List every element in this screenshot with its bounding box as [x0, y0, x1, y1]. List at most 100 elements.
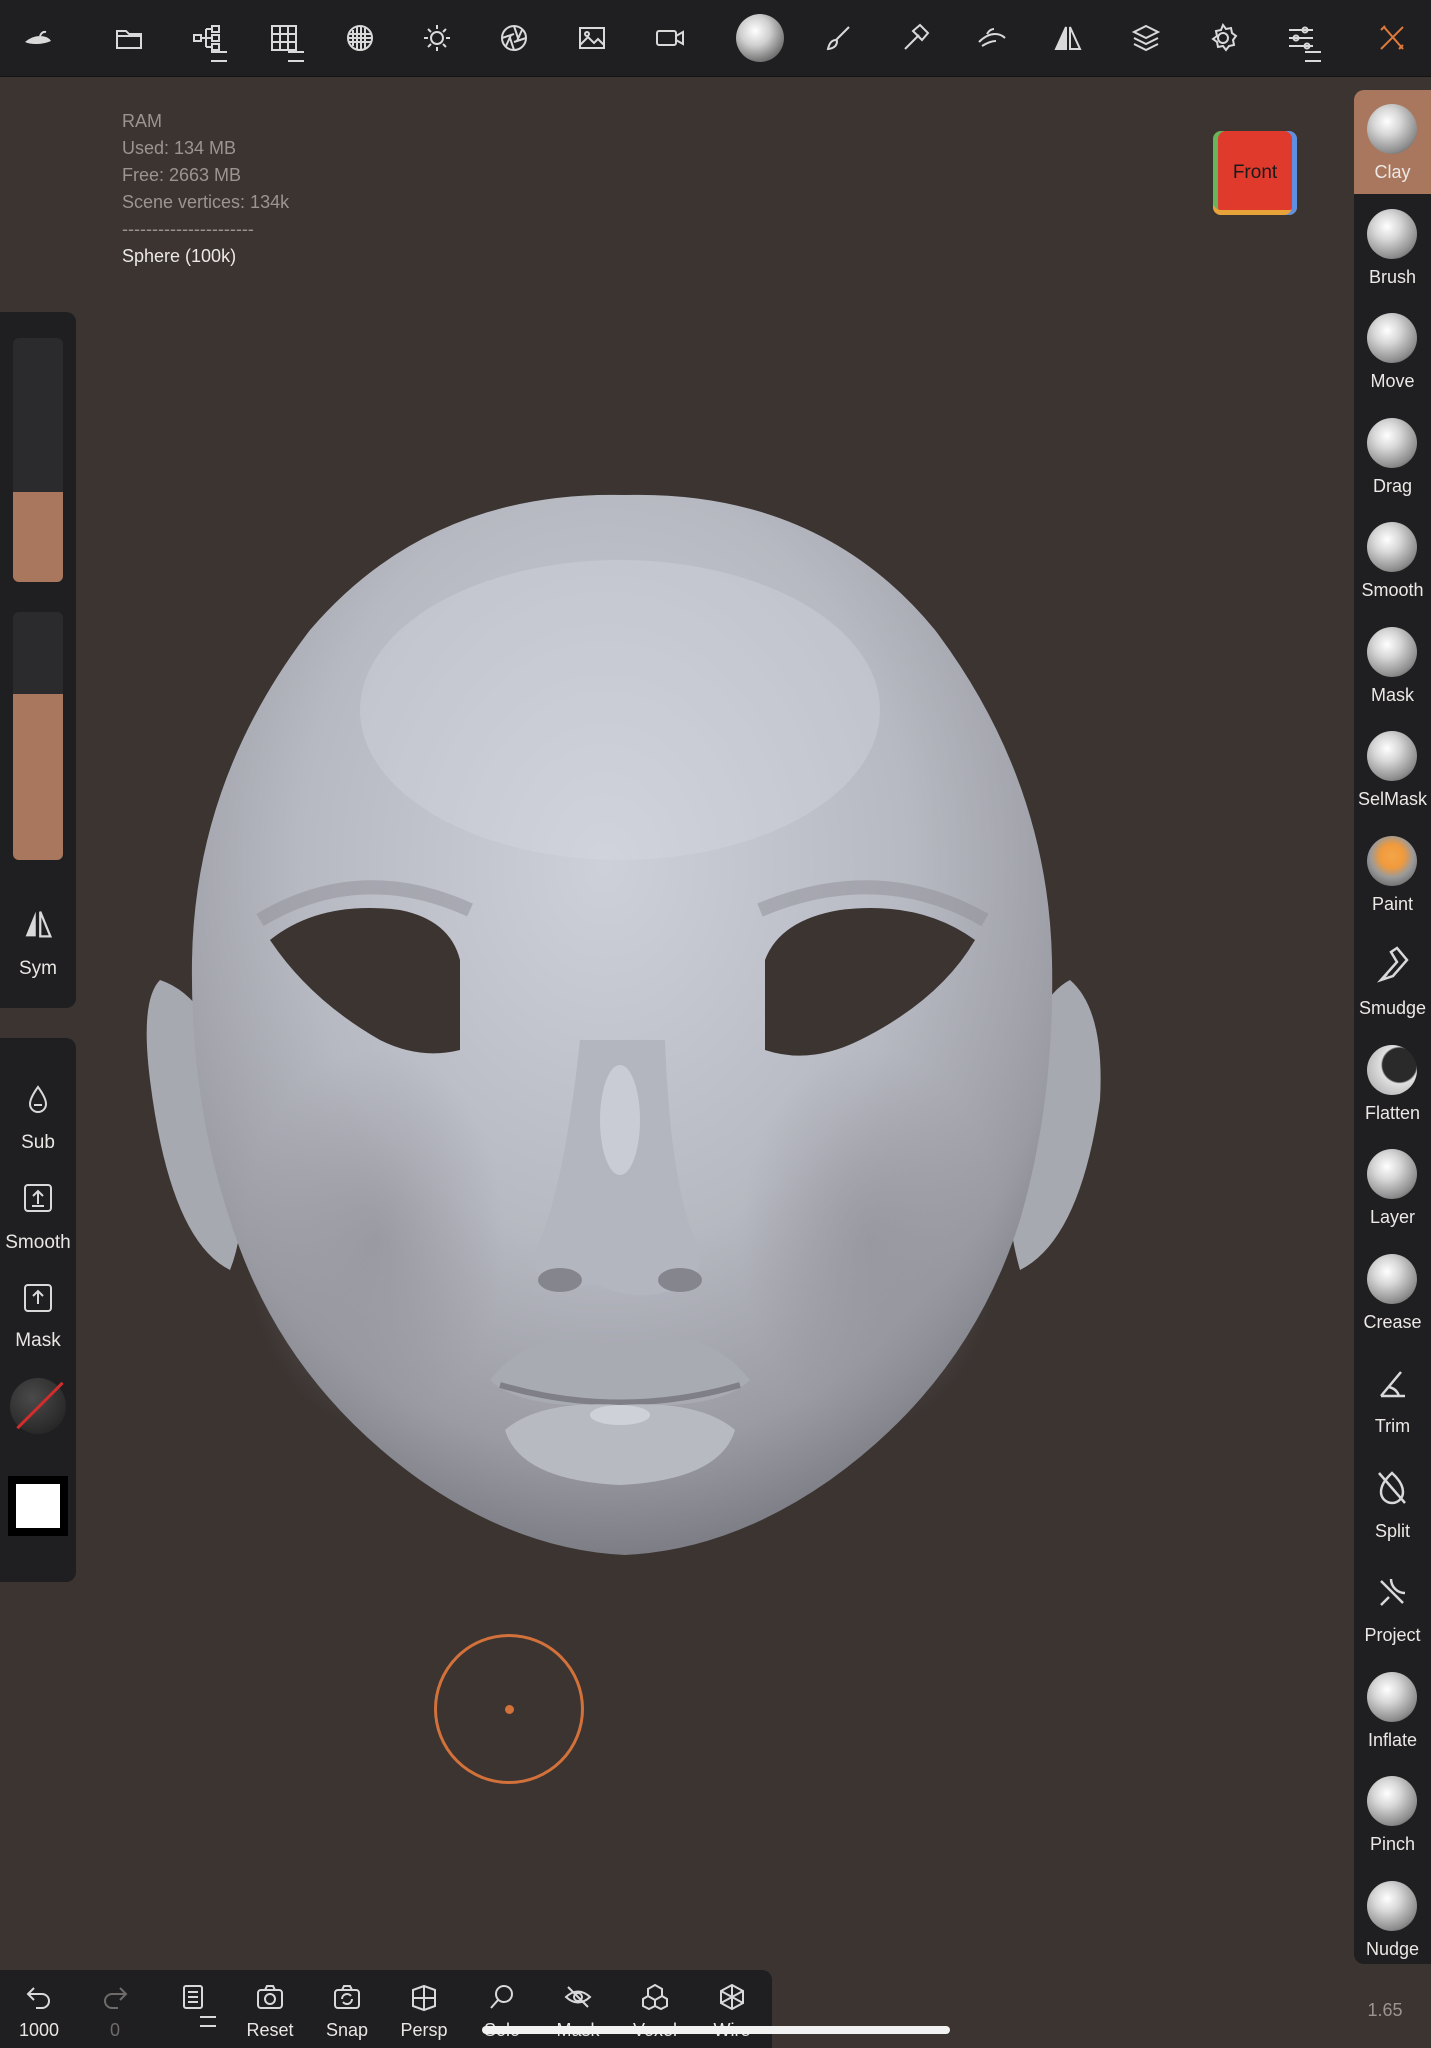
- radius-slider-fill: [13, 491, 63, 582]
- mask-label: Mask: [15, 1330, 61, 1351]
- remesh-icon[interactable]: [336, 14, 384, 62]
- brush-label: Clay: [1374, 162, 1411, 182]
- scene-tree-icon[interactable]: [183, 14, 231, 62]
- sculpt-hand-icon[interactable]: [968, 14, 1016, 62]
- brush-brush-icon: [1367, 208, 1417, 259]
- brush-label: Smooth: [1361, 580, 1424, 600]
- brush-cursor: [434, 1634, 584, 1784]
- brush-flatten[interactable]: Flatten: [1354, 1031, 1431, 1135]
- nudge-brush-icon: [1367, 1880, 1417, 1931]
- image-icon[interactable]: [568, 14, 616, 62]
- symmetry-icon[interactable]: [1044, 14, 1092, 62]
- layers-icon[interactable]: [1122, 14, 1170, 62]
- move-brush-icon: [1367, 313, 1417, 363]
- topology-icon[interactable]: [260, 14, 308, 62]
- zoom-level: 1.65: [1367, 2000, 1403, 2020]
- ram-used: Used: 134 MB: [122, 138, 237, 158]
- ram-free: Free: 2663 MB: [122, 165, 242, 185]
- lighting-icon[interactable]: [413, 14, 461, 62]
- inflate-brush-icon: [1367, 1671, 1417, 1722]
- material-icon[interactable]: [736, 14, 784, 62]
- brush-label: Split: [1374, 1520, 1410, 1541]
- snap-button[interactable]: Snap: [312, 1970, 382, 2048]
- brush-label: SelMask: [1357, 789, 1428, 809]
- left-tools-panel: Sub Smooth Mask: [0, 1038, 76, 1582]
- redo-button[interactable]: 0: [80, 1970, 150, 2048]
- view-cube-label: Front: [1232, 162, 1278, 183]
- perspective-button[interactable]: Persp: [389, 1970, 459, 2048]
- camera-shutter-icon[interactable]: [490, 14, 538, 62]
- brush-selmask[interactable]: SelMask: [1354, 717, 1431, 821]
- brush-label: Crease: [1363, 1311, 1422, 1332]
- split-brush-icon: [1367, 1463, 1417, 1513]
- paint-brush-icon[interactable]: [814, 14, 862, 62]
- brush-project[interactable]: Project: [1354, 1553, 1431, 1657]
- voxel-button[interactable]: Voxel: [620, 1970, 690, 2048]
- wireframe-button[interactable]: Wire: [697, 1970, 767, 2048]
- top-toolbar: [0, 0, 1431, 77]
- material-color-ball[interactable]: [10, 1378, 66, 1434]
- brush-label: Pinch: [1369, 1834, 1416, 1854]
- brush-drag[interactable]: Drag: [1354, 404, 1431, 508]
- drag-brush-icon: [1367, 417, 1417, 468]
- smooth-toggle-icon[interactable]: [22, 1182, 54, 1214]
- smooth-label: Smooth: [5, 1232, 71, 1253]
- intensity-slider[interactable]: [13, 612, 63, 860]
- brush-layer[interactable]: Layer: [1354, 1135, 1431, 1239]
- layer-brush-icon: [1367, 1149, 1417, 1199]
- brush-inflate[interactable]: Inflate: [1354, 1658, 1431, 1762]
- bottom-toolbar: 1000 0 Reset Snap Persp Solo Mask Voxel …: [0, 1970, 772, 2048]
- sliders-icon[interactable]: [1277, 14, 1325, 62]
- smudge-brush-icon: [1367, 940, 1417, 990]
- flatten-brush-icon: [1367, 1044, 1417, 1095]
- home-indicator: [482, 2026, 950, 2034]
- brush-crease[interactable]: Crease: [1354, 1240, 1431, 1344]
- reset-camera-button[interactable]: Reset: [235, 1970, 305, 2048]
- logo-icon[interactable]: [14, 14, 62, 62]
- view-cube[interactable]: Front: [1213, 131, 1297, 215]
- brush-label: Flatten: [1364, 1102, 1421, 1123]
- pinch-brush-icon: [1367, 1776, 1417, 1826]
- brush-paint[interactable]: Paint: [1354, 822, 1431, 926]
- brush-brush[interactable]: Brush: [1354, 195, 1431, 299]
- subtract-drop-icon[interactable]: [22, 1084, 54, 1116]
- brush-label: Trim: [1374, 1416, 1411, 1436]
- selected-object[interactable]: Sphere (100k): [122, 243, 289, 270]
- stats-divider: ----------------------: [122, 219, 254, 239]
- clay-brush-icon: [1367, 104, 1417, 154]
- undo-button[interactable]: 1000: [4, 1970, 74, 2048]
- brush-label: Nudge: [1365, 1938, 1420, 1959]
- tools-icon[interactable]: [1368, 14, 1416, 62]
- brush-label: Project: [1364, 1625, 1421, 1645]
- history-menu-button[interactable]: [158, 1970, 228, 2048]
- radius-slider[interactable]: [13, 338, 63, 582]
- brush-panel: Clay Brush Move Drag Smooth Mask SelMask Paint S…: [1354, 90, 1431, 1964]
- snap-label: Snap: [325, 2020, 369, 2040]
- brush-pinch[interactable]: Pinch: [1354, 1762, 1431, 1866]
- brush-move[interactable]: Move: [1354, 299, 1431, 403]
- color-swatch[interactable]: [8, 1476, 68, 1536]
- brush-split[interactable]: Split: [1354, 1449, 1431, 1553]
- brush-trim[interactable]: Trim: [1354, 1344, 1431, 1448]
- solo-button[interactable]: Solo: [467, 1970, 537, 2048]
- brush-clay[interactable]: Clay: [1354, 90, 1431, 194]
- settings-icon[interactable]: [1199, 14, 1247, 62]
- sub-label: Sub: [21, 1132, 55, 1153]
- brush-smudge[interactable]: Smudge: [1354, 926, 1431, 1030]
- scene-stats: RAM Used: 134 MB Free: 2663 MB Scene ver…: [122, 108, 289, 270]
- mask-visibility-button[interactable]: Mask: [543, 1970, 613, 2048]
- mask-toggle-icon[interactable]: [22, 1282, 54, 1314]
- sculpt-model-face[interactable]: [120, 480, 1130, 1660]
- files-icon[interactable]: [105, 14, 153, 62]
- video-icon[interactable]: [646, 14, 694, 62]
- ram-label: RAM: [122, 111, 162, 131]
- brush-mask[interactable]: Mask: [1354, 613, 1431, 717]
- brush-smooth[interactable]: Smooth: [1354, 508, 1431, 612]
- brush-nudge[interactable]: Nudge: [1354, 1867, 1431, 1965]
- brush-label: Mask: [1370, 684, 1414, 705]
- project-brush-icon: [1367, 1567, 1417, 1617]
- crease-brush-icon: [1367, 1253, 1417, 1304]
- hammer-icon[interactable]: [891, 14, 939, 62]
- symmetry-toggle-icon[interactable]: [20, 906, 56, 942]
- reset-label: Reset: [246, 2020, 294, 2040]
